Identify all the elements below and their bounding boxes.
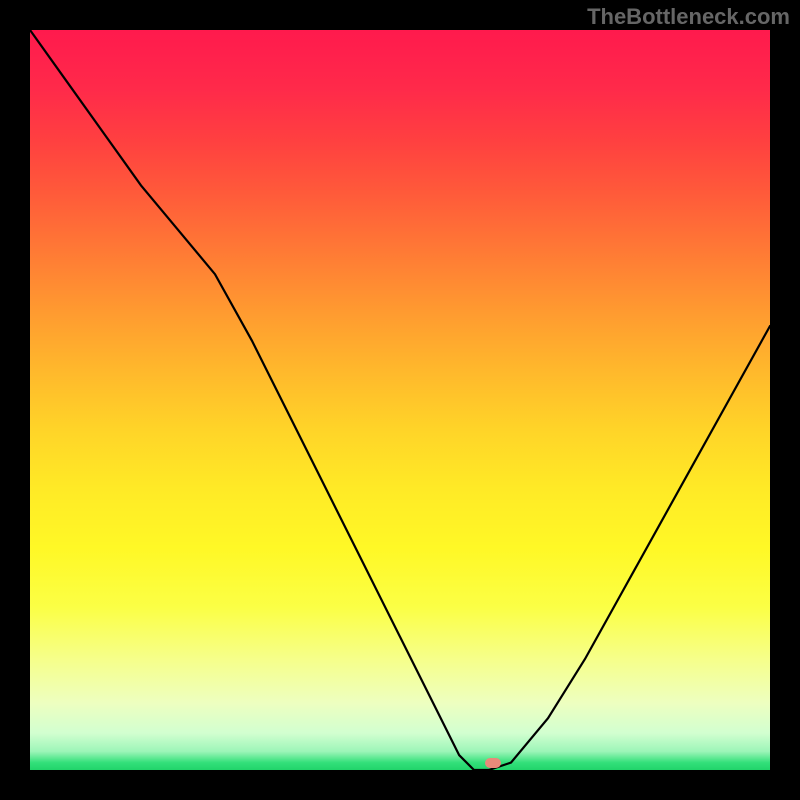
optimal-point-marker (485, 758, 501, 768)
watermark-text: TheBottleneck.com (587, 4, 790, 30)
plot-area (30, 30, 770, 770)
bottleneck-curve (30, 30, 770, 770)
chart-container: TheBottleneck.com (0, 0, 800, 800)
